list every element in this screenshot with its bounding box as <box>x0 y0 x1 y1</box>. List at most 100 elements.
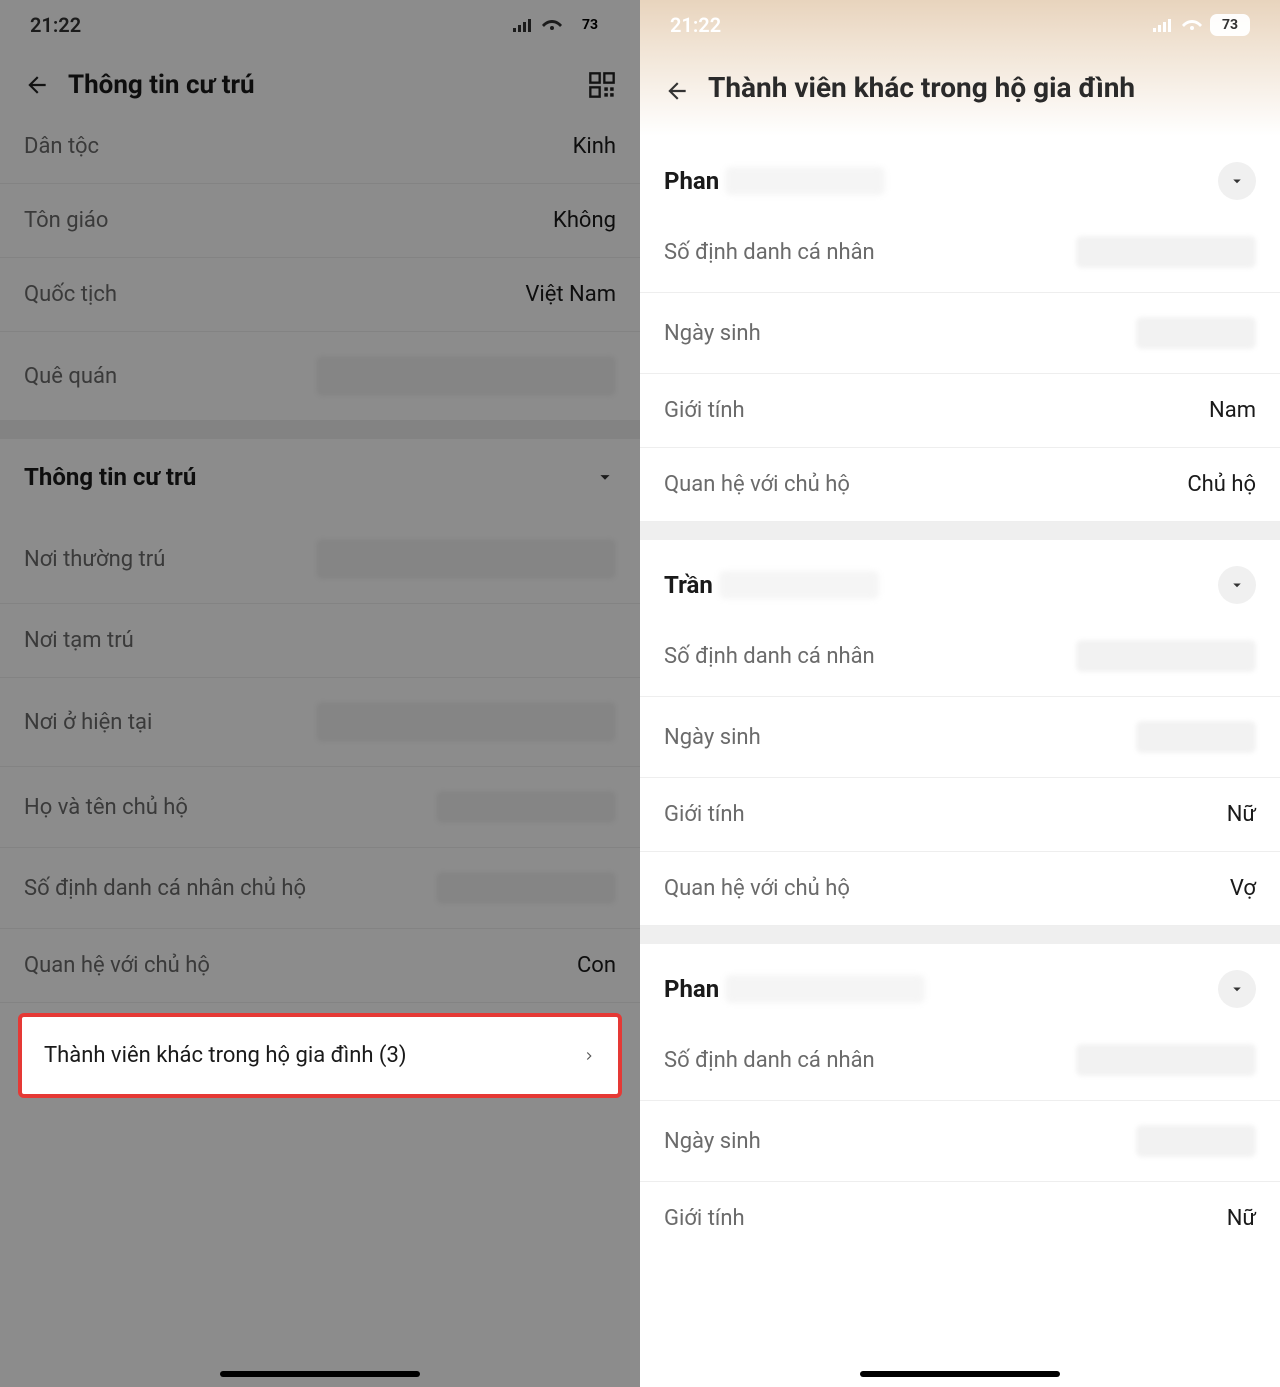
member2-relation: Quan hệ với chủ hộ Vợ <box>640 852 1280 926</box>
relation-value: Con <box>577 953 616 978</box>
id-label: Số định danh cá nhân <box>664 1048 875 1073</box>
chevron-right-icon <box>582 1045 596 1067</box>
relation-value: Vợ <box>1230 876 1256 901</box>
battery-icon-right: 73 <box>1210 14 1250 36</box>
other-members-row[interactable]: Thành viên khác trong hộ gia đình (3) <box>18 1013 622 1098</box>
current-redacted <box>316 702 616 742</box>
member1-relation: Quan hệ với chủ hộ Chủ hộ <box>640 448 1280 522</box>
member2-gender: Giới tính Nữ <box>640 778 1280 852</box>
member-name-2: Trần <box>664 571 879 599</box>
row-religion: Tôn giáo Không <box>0 184 640 258</box>
ethnicity-label: Dân tộc <box>24 134 99 159</box>
status-time: 21:22 <box>30 13 81 37</box>
member3-gender: Giới tính Nữ <box>640 1182 1280 1237</box>
member-name-1: Phan <box>664 167 885 195</box>
permanent-redacted <box>316 539 616 579</box>
gender-value: Nữ <box>1227 802 1256 827</box>
row-head-name: Họ và tên chủ hộ <box>0 767 640 848</box>
status-bar-right: 21:22 73 <box>640 0 1280 50</box>
home-indicator[interactable] <box>220 1371 420 1377</box>
residence-header[interactable]: Thông tin cư trú <box>0 439 640 515</box>
current-label: Nơi ở hiện tại <box>24 710 152 735</box>
row-relation: Quan hệ với chủ hộ Con <box>0 929 640 1003</box>
member-name-prefix-3: Phan <box>664 975 719 1003</box>
right-header: Thành viên khác trong hộ gia đình <box>640 50 1280 116</box>
chevron-down-icon <box>1228 172 1246 190</box>
member2-dob: Ngày sinh <box>640 697 1280 778</box>
row-current: Nơi ở hiện tại <box>0 678 640 767</box>
qr-icon[interactable] <box>588 71 616 99</box>
status-bar: 21:22 73 <box>0 0 640 50</box>
id-redacted <box>1076 236 1256 268</box>
id-label: Số định danh cá nhân <box>664 644 875 669</box>
id-redacted <box>1076 1044 1256 1076</box>
religion-label: Tôn giáo <box>24 208 108 233</box>
dob-redacted <box>1136 721 1256 753</box>
member3-dob: Ngày sinh <box>640 1101 1280 1182</box>
dob-label: Ngày sinh <box>664 1129 761 1154</box>
back-icon[interactable] <box>664 78 690 104</box>
member1-dob: Ngày sinh <box>640 293 1280 374</box>
left-header: Thông tin cư trú <box>0 50 640 110</box>
hometown-label: Quê quán <box>24 364 117 389</box>
religion-value: Không <box>553 208 616 233</box>
row-temporary: Nơi tạm trú <box>0 604 640 678</box>
temporary-label: Nơi tạm trú <box>24 628 134 653</box>
member-header-2[interactable]: Trần <box>640 540 1280 616</box>
dob-redacted <box>1136 317 1256 349</box>
chevron-down-icon <box>1228 576 1246 594</box>
page-title-right: Thành viên khác trong hộ gia đình <box>708 70 1135 106</box>
signal-icon <box>1152 18 1174 32</box>
left-screen: 21:22 73 Thông tin cư trú Dân tộc Kinh T… <box>0 0 640 1387</box>
member-header-3[interactable]: Phan <box>640 944 1280 1020</box>
head-id-label: Số định danh cá nhân chủ hộ <box>24 876 306 901</box>
chevron-down-icon <box>1228 980 1246 998</box>
gender-value: Nữ <box>1227 1206 1256 1231</box>
row-hometown: Quê quán <box>0 332 640 421</box>
hometown-redacted <box>316 356 616 396</box>
section-gap <box>640 522 1280 540</box>
member-name-prefix-1: Phan <box>664 167 719 195</box>
gender-label: Giới tính <box>664 802 745 827</box>
head-id-redacted <box>436 872 616 904</box>
right-screen: 21:22 73 Thành viên khác trong hộ gia đì… <box>640 0 1280 1387</box>
expand-toggle-2[interactable] <box>1218 566 1256 604</box>
member1-id: Số định danh cá nhân <box>640 212 1280 293</box>
page-title: Thông tin cư trú <box>68 70 570 100</box>
row-permanent: Nơi thường trú <box>0 515 640 604</box>
section-gap <box>0 421 640 439</box>
status-icons: 73 <box>512 14 610 36</box>
residence-header-label: Thông tin cư trú <box>24 463 196 491</box>
row-head-id: Số định danh cá nhân chủ hộ <box>0 848 640 929</box>
id-redacted <box>1076 640 1256 672</box>
head-name-redacted <box>436 791 616 823</box>
nationality-value: Việt Nam <box>525 282 616 307</box>
dob-label: Ngày sinh <box>664 725 761 750</box>
row-nationality: Quốc tịch Việt Nam <box>0 258 640 332</box>
gender-label: Giới tính <box>664 398 745 423</box>
relation-label: Quan hệ với chủ hộ <box>664 472 850 497</box>
member-name-redacted-2 <box>719 571 879 599</box>
section-gap <box>640 926 1280 944</box>
member3-id: Số định danh cá nhân <box>640 1020 1280 1101</box>
status-time-right: 21:22 <box>670 13 721 37</box>
expand-toggle-3[interactable] <box>1218 970 1256 1008</box>
member-header-1[interactable]: Phan <box>640 136 1280 212</box>
relation-value: Chủ hộ <box>1187 472 1256 497</box>
member-name-redacted-3 <box>725 975 925 1003</box>
dob-label: Ngày sinh <box>664 321 761 346</box>
wifi-icon <box>542 18 562 32</box>
home-indicator-right[interactable] <box>860 1371 1060 1377</box>
relation-label: Quan hệ với chủ hộ <box>24 953 210 978</box>
expand-toggle-1[interactable] <box>1218 162 1256 200</box>
chevron-down-icon <box>594 466 616 488</box>
id-label: Số định danh cá nhân <box>664 240 875 265</box>
permanent-label: Nơi thường trú <box>24 547 165 572</box>
row-ethnicity: Dân tộc Kinh <box>0 110 640 184</box>
member1-gender: Giới tính Nam <box>640 374 1280 448</box>
member-name-prefix-2: Trần <box>664 571 713 599</box>
relation-label: Quan hệ với chủ hộ <box>664 876 850 901</box>
back-icon[interactable] <box>24 72 50 98</box>
dob-redacted <box>1136 1125 1256 1157</box>
right-header-grad: 21:22 73 Thành viên khác trong hộ gia đì… <box>640 0 1280 136</box>
